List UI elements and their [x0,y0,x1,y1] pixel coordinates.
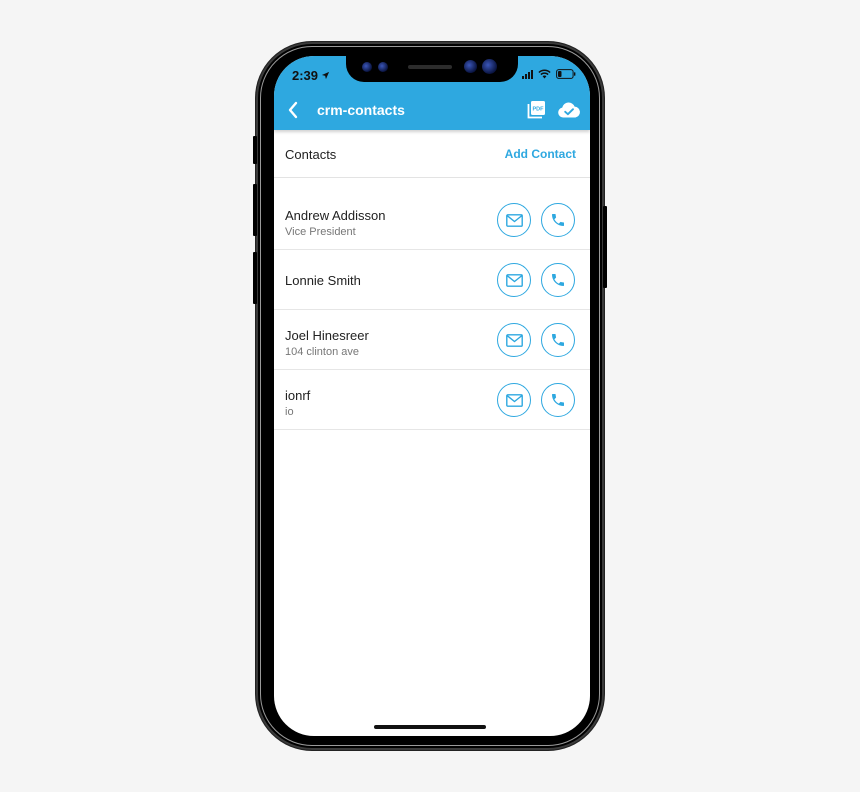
home-indicator[interactable] [374,725,486,729]
email-button[interactable] [497,263,531,297]
silent-switch [253,136,257,164]
envelope-icon [505,393,523,407]
navigation-bar: crm-contacts PDF [274,90,590,130]
add-contact-button[interactable]: Add Contact [505,147,576,161]
envelope-icon [505,333,523,347]
phone-frame: 2:39 crm-contacts PDF Contacts Add Conta… [253,42,607,750]
volume-up-button [253,184,257,236]
envelope-icon [505,213,523,227]
app-header: 2:39 crm-contacts PDF [274,56,590,130]
email-button[interactable] [497,203,531,237]
email-button[interactable] [497,383,531,417]
notch [346,56,518,82]
section-title: Contacts [285,147,337,162]
call-button[interactable] [541,203,575,237]
contact-subtitle: io [285,406,294,418]
power-button [603,206,607,288]
wifi-icon [538,69,551,79]
contact-subtitle: 104 clinton ave [285,346,359,358]
envelope-icon [505,273,523,287]
contacts-header: Contacts Add Contact [274,130,590,178]
phone-icon [552,334,564,346]
cloud-check-icon[interactable] [557,101,581,119]
earpiece-speaker [408,65,452,69]
pdf-export-icon[interactable]: PDF [526,100,546,120]
status-icons [522,69,576,79]
location-arrow-icon [321,71,330,80]
contact-list: Andrew Addisson Vice President Lonnie Sm… [274,192,590,430]
sensor-icon [378,62,388,72]
cellular-signal-icon [522,69,533,79]
call-button[interactable] [541,263,575,297]
contact-row[interactable]: ionrf io [274,370,590,430]
contact-row[interactable]: Andrew Addisson Vice President [274,192,590,250]
call-button[interactable] [541,383,575,417]
battery-icon [556,69,576,79]
contact-name: Lonnie Smith [285,273,361,288]
camera-icon [464,60,477,73]
sensor-icon [362,62,372,72]
contact-name: ionrf [285,388,311,403]
app-screen: 2:39 crm-contacts PDF Contacts Add Conta… [274,56,590,736]
phone-icon [552,274,564,286]
volume-down-button [253,252,257,304]
email-button[interactable] [497,323,531,357]
contact-subtitle: Vice President [285,226,356,238]
back-button[interactable] [284,99,304,121]
phone-icon [552,394,564,406]
status-time: 2:39 [292,68,330,83]
contact-name: Andrew Addisson [285,208,386,223]
phone-icon [552,214,564,226]
contact-row[interactable]: Joel Hinesreer 104 clinton ave [274,310,590,370]
contact-name: Joel Hinesreer [285,328,369,343]
call-button[interactable] [541,323,575,357]
status-time-text: 2:39 [292,68,319,83]
contact-row[interactable]: Lonnie Smith [274,250,590,310]
svg-text:PDF: PDF [533,107,545,113]
page-title: crm-contacts [317,102,405,118]
camera-icon [482,59,497,74]
